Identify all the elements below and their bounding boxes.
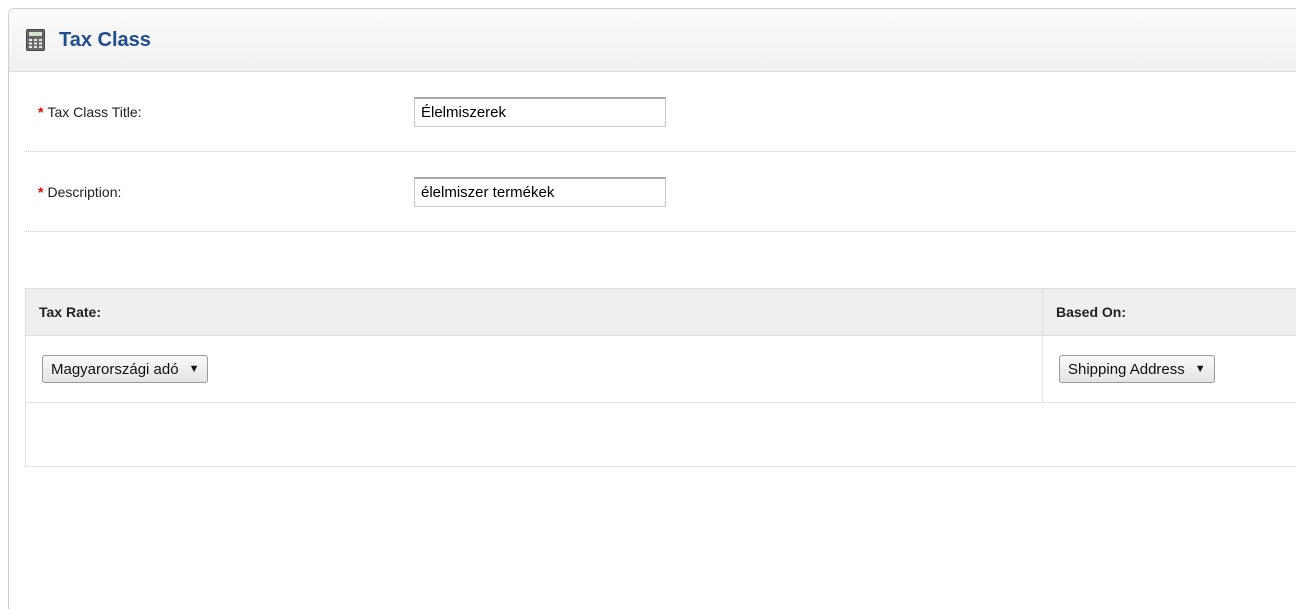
dropdown-arrow-icon: ▼: [1195, 363, 1206, 375]
tax-class-title-input[interactable]: [414, 97, 666, 127]
column-header-tax-rate: Tax Rate:: [26, 289, 1043, 336]
tax-class-panel: Tax Class *Tax Class Title: *Description…: [8, 8, 1296, 609]
tax-class-title-label-text: Tax Class Title:: [47, 104, 141, 120]
dropdown-arrow-icon: ▼: [189, 363, 200, 375]
based-on-cell: Shipping Address ▼: [1043, 336, 1296, 403]
description-label-text: Description:: [47, 184, 121, 200]
form-content: *Tax Class Title: *Description: Tax Rate…: [9, 72, 1296, 467]
based-on-select-value: Shipping Address: [1068, 361, 1185, 378]
tax-rate-cell: Magyarországi adó ▼: [26, 336, 1043, 403]
tax-rates-table: Tax Rate: Based On: Magyarországi adó ▼ …: [25, 288, 1296, 467]
description-input[interactable]: [414, 177, 666, 207]
table-header-row: Tax Rate: Based On:: [26, 289, 1296, 336]
panel-heading: Tax Class: [9, 9, 1296, 72]
tax-class-title-label: *Tax Class Title:: [25, 104, 414, 120]
calculator-icon: [26, 29, 45, 51]
tax-class-title-row: *Tax Class Title:: [25, 72, 1296, 152]
tax-rate-select-value: Magyarországi adó: [51, 361, 179, 378]
column-header-based-on: Based On:: [1043, 289, 1296, 336]
table-footer-row: [26, 403, 1296, 467]
table-footer-cell: [26, 403, 1296, 467]
description-row: *Description:: [25, 152, 1296, 232]
page-title: Tax Class: [59, 29, 151, 52]
required-marker: *: [38, 104, 43, 120]
based-on-select[interactable]: Shipping Address ▼: [1059, 355, 1215, 383]
table-row: Magyarországi adó ▼ Shipping Address ▼: [26, 336, 1296, 403]
required-marker: *: [38, 184, 43, 200]
description-label: *Description:: [25, 184, 414, 200]
tax-rate-select[interactable]: Magyarországi adó ▼: [42, 355, 208, 383]
